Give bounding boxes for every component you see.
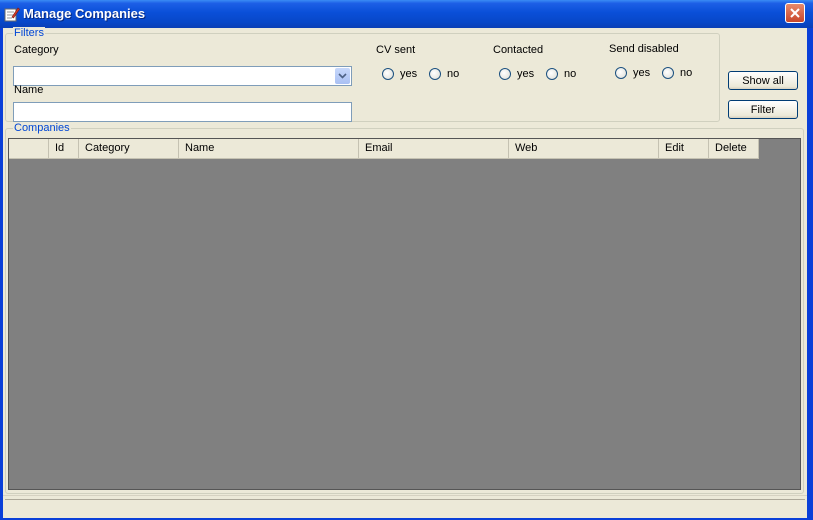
name-input[interactable]: [13, 102, 352, 122]
status-bar: [3, 495, 807, 518]
close-button[interactable]: [785, 3, 805, 23]
category-dropdown-button[interactable]: [335, 68, 350, 84]
category-label: Category: [14, 44, 59, 56]
contacted-no-label: no: [564, 68, 577, 80]
filters-group: Filters Category Name CV sent yes no Con…: [5, 27, 720, 122]
send-disabled-no-label: no: [680, 67, 693, 79]
window-title: Manage Companies: [23, 6, 146, 21]
send-disabled-no-radio[interactable]: [662, 67, 674, 79]
edit-pencil-icon: [4, 6, 20, 22]
window-client-area: Filters Category Name CV sent yes no Con…: [3, 27, 807, 518]
cv-sent-label: CV sent: [376, 44, 416, 56]
status-panel: [5, 499, 805, 516]
cv-sent-no-label: no: [447, 68, 460, 80]
manage-companies-window: Manage Companies Filters Category Name C…: [0, 0, 813, 520]
filters-legend: Filters: [13, 27, 45, 39]
column-edit[interactable]: Edit: [659, 139, 709, 159]
column-web[interactable]: Web: [509, 139, 659, 159]
send-disabled-yes-label: yes: [633, 67, 651, 79]
cv-sent-yes-label: yes: [400, 68, 418, 80]
filter-button[interactable]: Filter: [728, 100, 798, 119]
contacted-yes-radio[interactable]: [499, 68, 511, 80]
cv-sent-no-radio[interactable]: [429, 68, 441, 80]
chevron-down-icon: [338, 73, 347, 79]
column-name[interactable]: Name: [179, 139, 359, 159]
column-category[interactable]: Category: [79, 139, 179, 159]
category-select[interactable]: [13, 66, 352, 86]
name-label: Name: [14, 84, 44, 96]
contacted-yes-label: yes: [517, 68, 535, 80]
send-disabled-yes-radio[interactable]: [615, 67, 627, 79]
grid-header: Id Category Name Email Web Edit Delete: [9, 139, 759, 159]
row-header-column[interactable]: [9, 139, 49, 159]
show-all-button[interactable]: Show all: [728, 71, 798, 90]
column-id[interactable]: Id: [49, 139, 79, 159]
contacted-no-radio[interactable]: [546, 68, 558, 80]
column-email[interactable]: Email: [359, 139, 509, 159]
companies-grid[interactable]: Id Category Name Email Web Edit Delete: [8, 138, 801, 490]
column-delete[interactable]: Delete: [709, 139, 759, 159]
companies-legend: Companies: [13, 122, 71, 134]
cv-sent-yes-radio[interactable]: [382, 68, 394, 80]
title-bar[interactable]: Manage Companies: [0, 0, 813, 28]
contacted-label: Contacted: [493, 44, 544, 56]
send-disabled-label: Send disabled: [609, 43, 679, 55]
close-icon: [790, 8, 800, 18]
